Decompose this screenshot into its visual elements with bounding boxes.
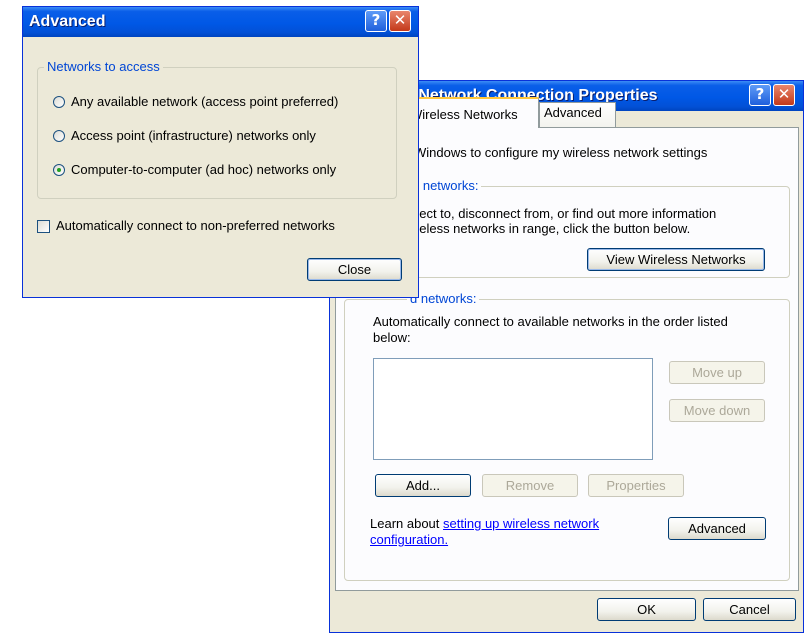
radio-label: Access point (infrastructure) networks o… bbox=[71, 128, 316, 143]
radio-label: Any available network (access point pref… bbox=[71, 94, 339, 109]
available-description-line2: ireless networks in range, click the but… bbox=[412, 221, 691, 236]
view-wireless-networks-button[interactable]: View Wireless Networks bbox=[587, 248, 765, 271]
preferred-description-line1: Automatically connect to available netwo… bbox=[373, 314, 728, 329]
remove-button[interactable]: Remove bbox=[482, 474, 578, 497]
properties-button[interactable]: Properties bbox=[588, 474, 684, 497]
ok-button[interactable]: OK bbox=[597, 598, 696, 621]
advanced-dialog-title: Advanced bbox=[29, 13, 106, 30]
learn-about-label: Learn about setting up wireless network bbox=[370, 516, 599, 531]
auto-connect-checkbox[interactable] bbox=[37, 220, 50, 233]
learn-prefix: Learn about bbox=[370, 516, 440, 531]
help-button[interactable]: ? bbox=[365, 10, 387, 32]
radio-button[interactable] bbox=[53, 96, 65, 108]
close-button[interactable]: Close bbox=[307, 258, 402, 281]
preferred-networks-list[interactable] bbox=[373, 358, 653, 460]
tab-advanced[interactable]: Advanced bbox=[539, 102, 616, 127]
move-up-button[interactable]: Move up bbox=[669, 361, 765, 384]
setup-link[interactable]: setting up wireless network bbox=[443, 516, 599, 531]
preferred-description-line2: below: bbox=[373, 330, 411, 345]
move-down-button[interactable]: Move down bbox=[669, 399, 765, 422]
auto-connect-label[interactable]: Automatically connect to non-preferred n… bbox=[56, 218, 335, 233]
available-description-line1: nect to, disconnect from, or find out mo… bbox=[412, 206, 717, 221]
setup-link-continued[interactable]: configuration. bbox=[370, 532, 448, 547]
radio-button[interactable] bbox=[53, 130, 65, 142]
advanced-button[interactable]: Advanced bbox=[668, 517, 766, 540]
tab-label: Wireless Networks bbox=[410, 107, 518, 122]
tab-wireless-networks[interactable]: Wireless Networks bbox=[405, 97, 539, 128]
close-icon-button[interactable]: ✕ bbox=[389, 10, 411, 32]
networks-to-access-legend: Networks to access bbox=[44, 59, 163, 74]
radio-button-selected[interactable] bbox=[53, 164, 65, 176]
advanced-dialog: Advanced ? ✕ Networks to access Any avai… bbox=[22, 6, 419, 298]
advanced-title-bar[interactable]: Advanced ? ✕ bbox=[23, 7, 418, 37]
cancel-button[interactable]: Cancel bbox=[703, 598, 796, 621]
radio-label: Computer-to-computer (ad hoc) networks o… bbox=[71, 162, 337, 177]
add-button[interactable]: Add... bbox=[375, 474, 471, 497]
available-networks-legend: e networks: bbox=[409, 178, 482, 193]
help-button[interactable]: ? bbox=[749, 84, 771, 106]
tab-label: Advanced bbox=[544, 105, 602, 120]
use-windows-label[interactable]: Windows to configure my wireless network… bbox=[414, 145, 707, 160]
close-button[interactable]: ✕ bbox=[773, 84, 795, 106]
